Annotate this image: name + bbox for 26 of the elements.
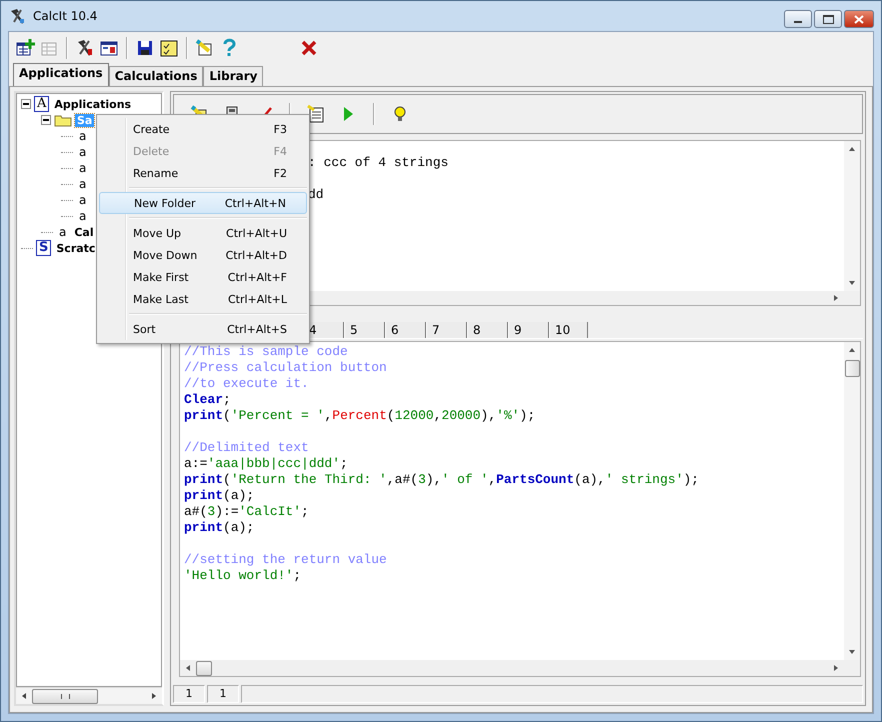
letter-icon: a	[76, 145, 90, 159]
code-line: //Press calculation button	[184, 360, 387, 376]
letter-icon: a	[76, 177, 90, 191]
code-line: 'Hello world!';	[184, 568, 302, 584]
code-line: //to execute it.	[184, 376, 309, 392]
letter-icon: S	[36, 240, 52, 256]
status-cell: 1	[173, 685, 205, 703]
letter-icon: a	[76, 129, 90, 143]
code-line: print(a);	[184, 488, 254, 504]
code-line: //This is sample code	[184, 344, 348, 360]
letter-icon: a	[76, 161, 90, 175]
code-line: Clear;	[184, 392, 231, 408]
window-title: CalcIt 10.4	[33, 9, 98, 23]
letter-icon: a	[76, 209, 90, 223]
letter-icon: a	[76, 193, 90, 207]
status-cell: 1	[207, 685, 239, 703]
code-line: print('Percent = ',Percent(12000,20000),'%');	[184, 408, 536, 424]
output-line: : ccc of 4 strings	[307, 155, 448, 171]
letter-icon: A	[34, 96, 50, 112]
code-line: a:='aaa|bbb|ccc|ddd';	[184, 456, 348, 472]
letter-icon: a	[56, 225, 70, 239]
code-line: print('Return the Third: ',a#(3),' of ',PartsCount(a),' strings');	[184, 472, 699, 488]
code-line: //Delimited text	[184, 439, 309, 456]
code-line: //setting the return value	[184, 551, 387, 568]
code-line: print(a);	[184, 520, 254, 536]
code-line: a#(3):='CalcIt';	[184, 504, 309, 520]
